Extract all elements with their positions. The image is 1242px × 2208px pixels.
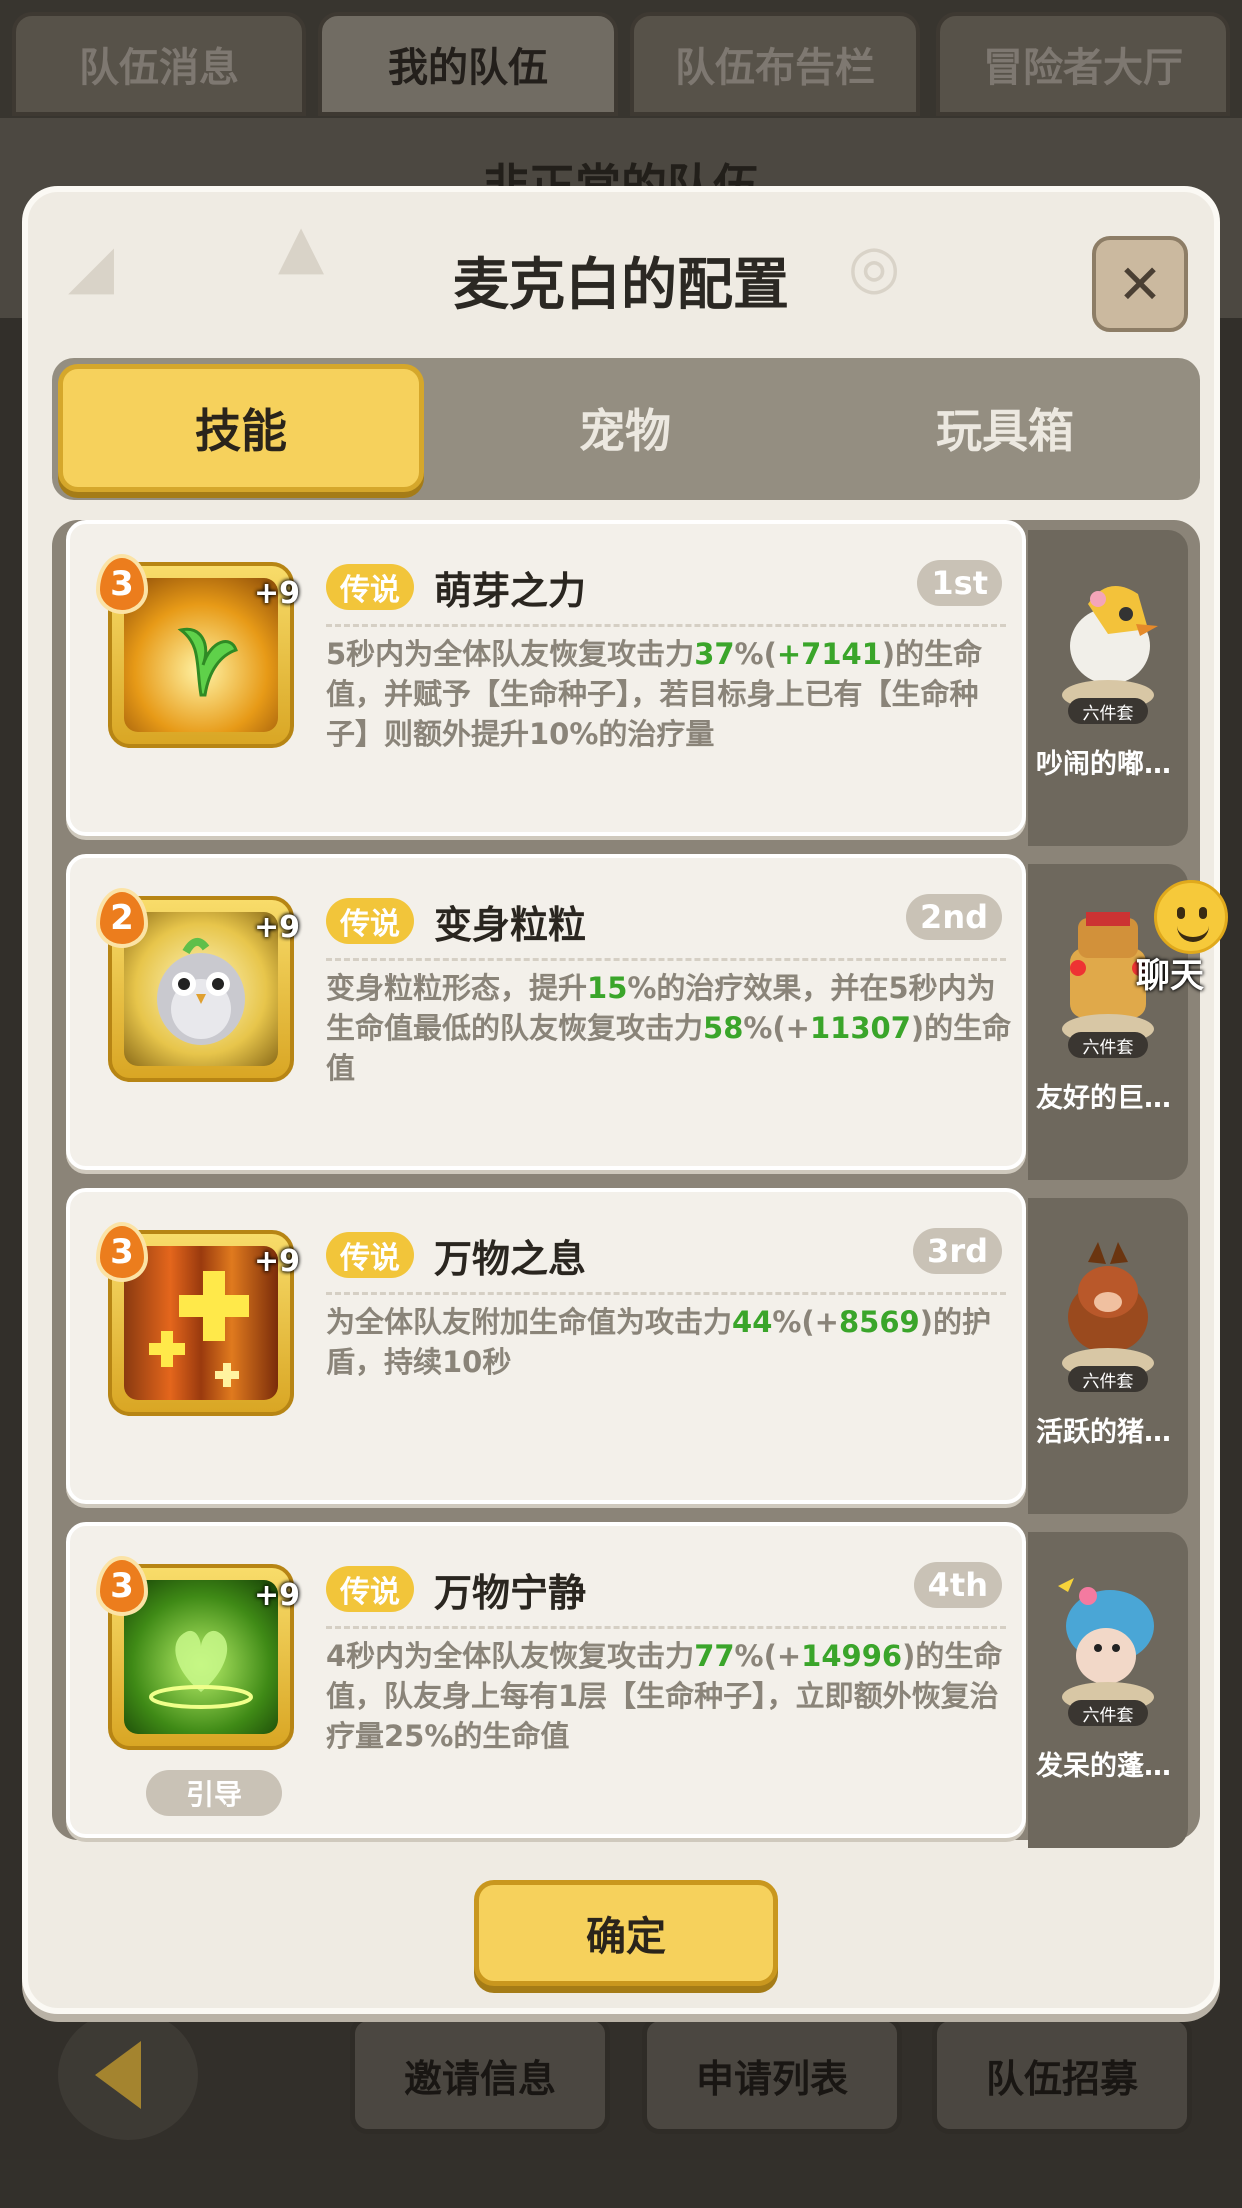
pet-slot[interactable]: 六件套 发呆的蓬… bbox=[1028, 1532, 1188, 1848]
set-badge: 六件套 bbox=[1068, 1366, 1148, 1392]
skill-card[interactable]: 3 +9 传说 萌芽之力 1st 5秒内为全体队友恢复攻击力37%(+7141)… bbox=[66, 520, 1026, 836]
skill-enhance-level: +9 bbox=[254, 576, 301, 611]
skill-description: 变身粒粒形态，提升15%的治疗效果，并在5秒内为生命值最低的队友恢复攻击力58%… bbox=[326, 971, 1012, 1085]
divider bbox=[326, 624, 1006, 627]
skill-rank: 3rd bbox=[913, 1228, 1002, 1274]
set-badge: 六件套 bbox=[1068, 1032, 1148, 1058]
pet-name: 吵闹的嘟… bbox=[1036, 749, 1171, 780]
rarity-tag: 传说 bbox=[326, 1232, 414, 1278]
chat-button[interactable]: 聊天 bbox=[1110, 880, 1230, 1000]
close-icon: ✕ bbox=[1117, 252, 1163, 316]
pet-slot[interactable]: 六件套 活跃的猪… bbox=[1028, 1198, 1188, 1514]
pet-slot[interactable]: 六件套 吵闹的嘟… bbox=[1028, 530, 1188, 846]
pet-name: 友好的巨… bbox=[1036, 1083, 1171, 1114]
skill-name: 万物宁静 bbox=[434, 1571, 587, 1615]
skill-enhance-level: +9 bbox=[254, 1244, 301, 1279]
skill-rank: 2nd bbox=[906, 894, 1002, 940]
set-badge: 六件套 bbox=[1068, 698, 1148, 724]
skill-card[interactable]: 2 +9 传说 变身粒粒 2nd 变身粒粒形态，提升15%的治疗效果，并在5秒内… bbox=[66, 854, 1026, 1170]
skill-description: 4秒内为全体队友恢复攻击力77%(+14996)的生命值，队友身上每有1层【生命… bbox=[326, 1639, 1003, 1753]
skill-description: 5秒内为全体队友恢复攻击力37%(+7141)的生命值，并赋予【生命种子】，若目… bbox=[326, 637, 983, 751]
skill-enhance-level: +9 bbox=[254, 910, 301, 945]
chat-label: 聊天 bbox=[1136, 956, 1204, 996]
config-tab-bar: 技能 宠物 玩具箱 bbox=[52, 358, 1200, 500]
divider bbox=[326, 1626, 1006, 1629]
close-button[interactable]: ✕ bbox=[1092, 236, 1188, 332]
rarity-tag: 传说 bbox=[326, 1566, 414, 1612]
skill-card[interactable]: 3 +9 引导 传说 万物宁静 4th 4秒内为全体队友恢复攻击力77%(+14… bbox=[66, 1522, 1026, 1838]
channel-badge: 引导 bbox=[146, 1770, 282, 1816]
skill-description: 为全体队友附加生命值为攻击力44%(+8569)的护盾，持续10秒 bbox=[326, 1305, 991, 1379]
skill-name: 万物之息 bbox=[434, 1237, 587, 1281]
tab-pets[interactable]: 宠物 bbox=[442, 364, 808, 492]
skill-name: 变身粒粒 bbox=[434, 903, 587, 947]
tab-toy-box[interactable]: 玩具箱 bbox=[822, 364, 1188, 492]
pet-name: 发呆的蓬… bbox=[1036, 1751, 1171, 1782]
smiley-chat-icon bbox=[1154, 880, 1228, 954]
skill-name: 萌芽之力 bbox=[434, 569, 587, 613]
skill-rank: 1st bbox=[917, 560, 1002, 606]
divider bbox=[326, 958, 1006, 961]
set-badge: 六件套 bbox=[1068, 1700, 1148, 1726]
skill-card[interactable]: 3 +9 传说 万物之息 3rd 为全体队友附加生命值为攻击力44%(+8569… bbox=[66, 1188, 1026, 1504]
skill-list: 3 +9 传说 萌芽之力 1st 5秒内为全体队友恢复攻击力37%(+7141)… bbox=[52, 520, 1200, 1848]
dialog-title: 麦克白的配置 bbox=[453, 253, 789, 318]
skill-enhance-level: +9 bbox=[254, 1578, 301, 1613]
divider bbox=[326, 1292, 1006, 1295]
skill-rank: 4th bbox=[913, 1562, 1002, 1608]
tab-skills[interactable]: 技能 bbox=[58, 364, 424, 492]
config-dialog: ◢ ▲ ◎ 麦克白的配置 ✕ 技能 宠物 玩具箱 3 +9 传说 萌芽之力 1s… bbox=[22, 186, 1220, 2014]
confirm-button[interactable]: 确定 bbox=[474, 1880, 778, 1986]
rarity-tag: 传说 bbox=[326, 898, 414, 944]
pet-name: 活跃的猪… bbox=[1036, 1417, 1171, 1448]
rarity-tag: 传说 bbox=[326, 564, 414, 610]
